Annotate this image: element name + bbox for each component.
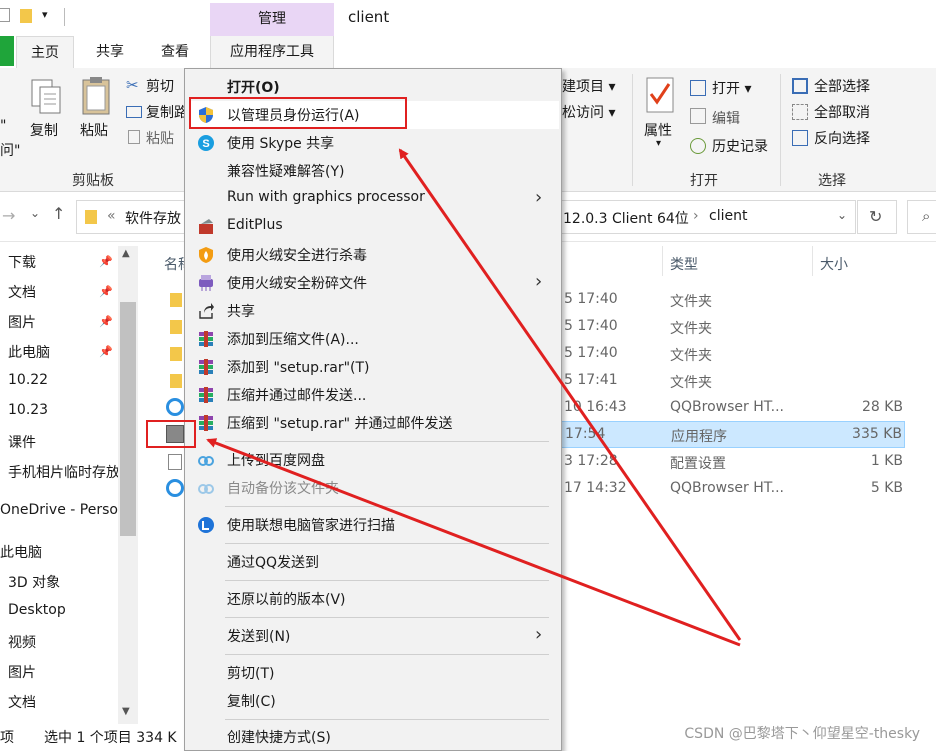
annotation-arrow: [206, 438, 741, 647]
annotation-arrows: [206, 148, 742, 647]
annotation-arrow: [398, 148, 742, 641]
watermark: CSDN @巴黎塔下丶仰望星空-thesky: [684, 726, 920, 742]
